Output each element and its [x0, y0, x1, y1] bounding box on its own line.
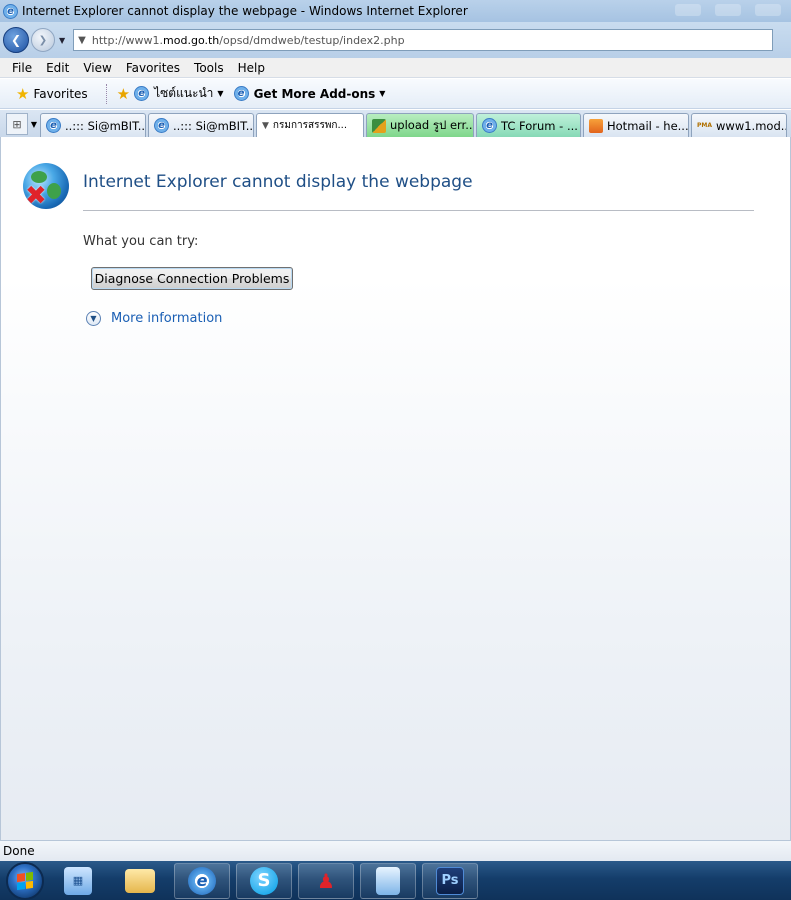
separator — [105, 83, 107, 104]
ie-icon: e — [482, 118, 497, 133]
ie-icon: e — [134, 86, 150, 101]
window-controls[interactable] — [675, 4, 781, 16]
tab-label: www1.mod.... — [716, 118, 786, 133]
notebook-icon — [376, 866, 400, 895]
favorites-label: Favorites — [33, 86, 88, 101]
tab-simbit-2[interactable]: e ..::: Si@mBIT.... — [148, 113, 254, 137]
ie-icon: e — [233, 86, 249, 101]
taskbar-photoshop-button[interactable]: Ps — [422, 862, 478, 899]
tab-label: ..::: Si@mBIT.... — [173, 118, 254, 133]
error-x-icon: ✖ — [25, 181, 47, 209]
page-title: Internet Explorer cannot display the web… — [83, 172, 473, 192]
close-button[interactable] — [755, 4, 781, 16]
mail-icon — [589, 118, 603, 133]
tab-label: กรมการสรรพก... — [272, 120, 348, 131]
tab-label: TC Forum - ... — [501, 118, 578, 133]
chevron-down-icon: ▼ — [86, 311, 101, 326]
puzzle-icon — [372, 118, 386, 133]
get-addons-button[interactable]: e Get More Add-ons ▼ — [233, 86, 386, 101]
minimize-button[interactable] — [675, 4, 701, 16]
address-bar[interactable]: ▼ http://www1. mod.go.th/opsd/dmdweb/test… — [73, 29, 774, 51]
taskbar: ▦ e S ♟ Ps — [0, 861, 791, 900]
messenger-icon: ♟ — [317, 868, 335, 893]
taskbar-folder-button[interactable] — [112, 863, 168, 899]
windows-logo-icon — [17, 871, 33, 890]
taskbar-skype-button[interactable]: S — [236, 862, 292, 899]
forward-arrow-icon: ❯ — [38, 34, 48, 46]
pma-icon: PMA — [697, 122, 713, 129]
folder-icon — [125, 868, 155, 893]
tab-label: Hotmail - he... — [607, 118, 689, 133]
maximize-button[interactable] — [715, 4, 741, 16]
menu-file[interactable]: File — [12, 61, 32, 75]
divider — [83, 210, 754, 211]
more-information-label: More information — [111, 311, 223, 326]
menu-view[interactable]: View — [83, 61, 111, 75]
suggested-sites-button[interactable]: e ไซต์แนะนำ ▼ — [134, 84, 224, 103]
diagnose-connection-button[interactable]: Diagnose Connection Problems — [91, 267, 293, 290]
add-favorite-icon[interactable]: ★ — [117, 85, 130, 103]
taskbar-notebook-button[interactable] — [360, 862, 416, 899]
navigation-bar: ❮ ❯ ▼ ▼ http://www1. mod.go.th/opsd/dmdwe… — [0, 22, 791, 58]
chevron-down-icon: ▼ — [217, 89, 224, 98]
taskbar-ie-button[interactable]: e — [174, 862, 230, 899]
ie-icon: e — [46, 118, 61, 133]
url-domain: mod.go.th — [163, 33, 220, 47]
tab-hotmail[interactable]: Hotmail - he... — [583, 113, 689, 137]
taskbar-explorer-button[interactable]: ▦ — [50, 863, 106, 899]
menu-favorites[interactable]: Favorites — [126, 61, 180, 75]
site-favicon-icon: ▼ — [78, 34, 86, 46]
skype-icon: S — [250, 866, 278, 895]
menu-help[interactable]: Help — [238, 61, 265, 75]
recent-pages-dropdown[interactable]: ▼ — [59, 36, 65, 45]
tab-upload-error[interactable]: upload รูป err... — [366, 113, 474, 137]
chevron-down-icon: ▼ — [379, 89, 386, 98]
quick-tabs-button[interactable]: ⊞ — [6, 113, 28, 135]
star-icon: ★ — [16, 84, 30, 103]
quick-tabs-icon: ⊞ — [12, 117, 22, 131]
ie-icon: e — [3, 3, 18, 19]
tab-bar: ⊞ ▼ e ..::: Si@mBIT.... e ..::: Si@mBIT.… — [0, 110, 791, 137]
tab-label: upload รูป err... — [390, 117, 474, 132]
globe-error-icon: ✖ — [23, 163, 69, 209]
get-addons-label: Get More Add-ons — [253, 86, 376, 101]
explorer-icon: ▦ — [64, 866, 92, 895]
menu-bar: File Edit View Favorites Tools Help — [0, 58, 791, 78]
favorites-bar: ★ Favorites ★ e ไซต์แนะนำ ▼ e Get More A… — [0, 79, 791, 109]
tab-recruitment-dept[interactable]: ▼ กรมการสรรพก... — [256, 113, 364, 137]
start-button[interactable] — [6, 861, 44, 900]
what-you-can-try-label: What you can try: — [83, 234, 199, 249]
menu-edit[interactable]: Edit — [46, 61, 69, 75]
ie-icon: e — [188, 866, 216, 895]
army-logo-icon: ▼ — [262, 120, 269, 131]
status-bar: Done — [0, 840, 791, 861]
tab-www1-mod[interactable]: PMA www1.mod.... — [691, 113, 787, 137]
back-arrow-icon: ❮ — [10, 33, 22, 47]
taskbar-messenger-button[interactable]: ♟ — [298, 862, 354, 899]
photoshop-icon: Ps — [436, 866, 464, 895]
back-button[interactable]: ❮ — [3, 27, 29, 53]
title-bar: e Internet Explorer cannot display the w… — [0, 0, 791, 22]
url-prefix: http://www1. — [91, 33, 164, 47]
page-content: ✖ Internet Explorer cannot display the w… — [0, 137, 791, 840]
tab-label: ..::: Si@mBIT.... — [65, 118, 146, 133]
tab-tc-forum[interactable]: e TC Forum - ... — [476, 113, 581, 137]
more-information-link[interactable]: ▼ More information — [86, 311, 222, 326]
ie-icon: e — [154, 118, 169, 133]
tab-simbit-1[interactable]: e ..::: Si@mBIT.... — [40, 113, 146, 137]
url-path: /opsd/dmdweb/testup/index2.php — [219, 33, 405, 47]
suggested-sites-label: ไซต์แนะนำ — [154, 86, 214, 100]
window-title: Internet Explorer cannot display the web… — [22, 4, 468, 18]
menu-tools[interactable]: Tools — [194, 61, 224, 75]
tab-list-dropdown[interactable]: ▼ — [28, 120, 40, 129]
status-text: Done — [3, 844, 35, 858]
forward-button[interactable]: ❯ — [31, 28, 55, 52]
favorites-button[interactable]: ★ Favorites — [16, 85, 88, 103]
